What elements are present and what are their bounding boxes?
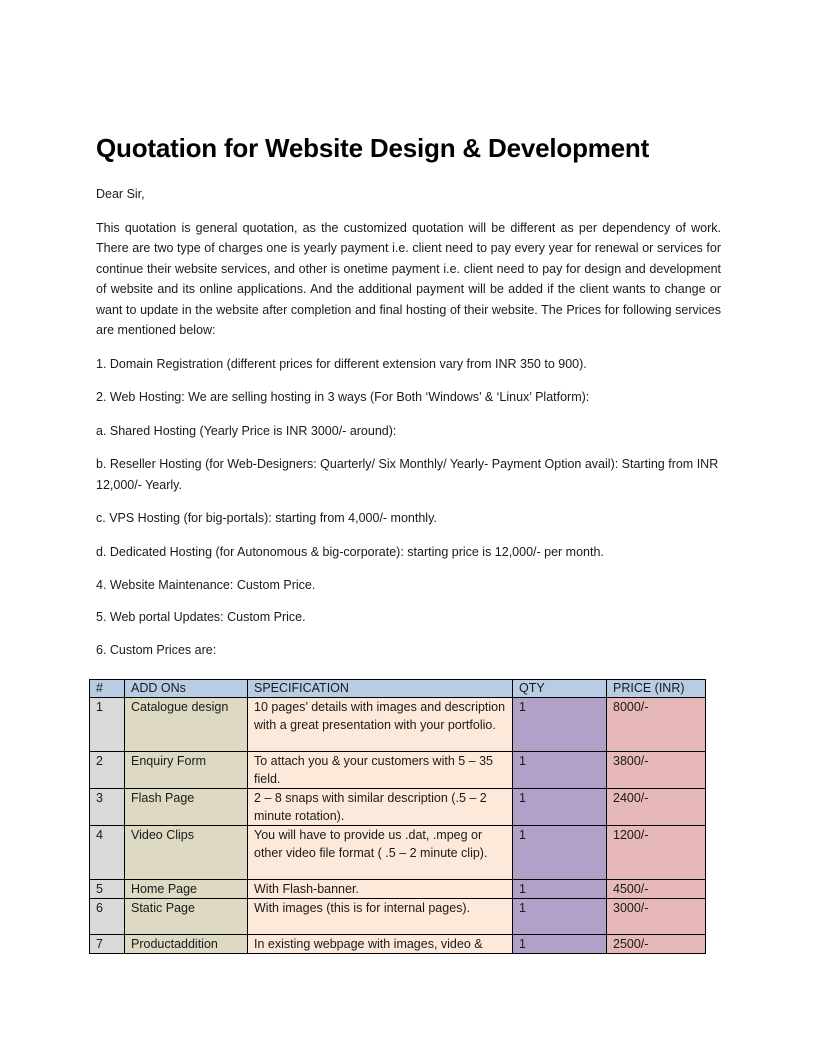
row-num: 7 — [89, 934, 125, 954]
item-maintenance: 4. Website Maintenance: Custom Price. — [96, 578, 316, 592]
header-qty: QTY — [512, 679, 607, 698]
row-qty: 1 — [512, 825, 607, 880]
item-vps-hosting: c. VPS Hosting (for big-portals): starti… — [96, 511, 437, 525]
table-row: 4 Video Clips You will have to provide u… — [89, 825, 706, 880]
table-row: 2 Enquiry Form To attach you & your cust… — [89, 751, 706, 789]
table-header-row: # ADD ONs SPECIFICATION QTY PRICE (INR) — [89, 679, 706, 698]
row-spec: With Flash-banner. — [247, 879, 513, 899]
row-addon: Enquiry Form — [124, 751, 248, 789]
row-spec: 2 – 8 snaps with similar description (.5… — [247, 788, 513, 826]
row-qty: 1 — [512, 697, 607, 752]
row-spec: You will have to provide us .dat, .mpeg … — [247, 825, 513, 880]
row-num: 6 — [89, 898, 125, 935]
row-addon: Catalogue design — [124, 697, 248, 752]
item-reseller-hosting: b. Reseller Hosting (for Web-Designers: … — [96, 457, 719, 492]
item-shared-hosting: a. Shared Hosting (Yearly Price is INR 3… — [96, 423, 397, 438]
row-price: 3000/- — [606, 898, 706, 935]
item-dedicated-hosting: d. Dedicated Hosting (for Autonomous & b… — [96, 544, 604, 559]
row-price: 1200/- — [606, 825, 706, 880]
row-qty: 1 — [512, 751, 607, 789]
intro-paragraph: This quotation is general quotation, as … — [96, 220, 721, 338]
row-addon: Productaddition — [124, 934, 248, 954]
row-spec: To attach you & your customers with 5 – … — [247, 751, 513, 789]
row-addon: Video Clips — [124, 825, 248, 880]
row-addon: Home Page — [124, 879, 248, 899]
row-addon: Flash Page — [124, 788, 248, 826]
item-updates: 5. Web portal Updates: Custom Price. — [96, 609, 306, 624]
item-domain: 1. Domain Registration (different prices… — [96, 356, 587, 371]
row-spec: 10 pages’ details with images and descri… — [247, 697, 513, 752]
greeting: Dear Sir, — [96, 187, 145, 201]
page-title: Quotation for Website Design & Developme… — [96, 133, 650, 163]
header-addons: ADD ONs — [124, 679, 248, 698]
table-row: 5 Home Page With Flash-banner. 1 4500/- — [89, 879, 706, 899]
row-num: 2 — [89, 751, 125, 789]
row-price: 8000/- — [606, 697, 706, 752]
pricing-table: # ADD ONs SPECIFICATION QTY PRICE (INR) … — [89, 679, 706, 954]
table-row: 7 Productaddition In existing webpage wi… — [89, 934, 706, 954]
row-qty: 1 — [512, 898, 607, 935]
table-row: 1 Catalogue design 10 pages’ details wit… — [89, 697, 706, 752]
row-spec: In existing webpage with images, video & — [247, 934, 513, 954]
row-addon: Static Page — [124, 898, 248, 935]
row-price: 2400/- — [606, 788, 706, 826]
row-num: 4 — [89, 825, 125, 880]
row-qty: 1 — [512, 788, 607, 826]
row-price: 4500/- — [606, 879, 706, 899]
row-qty: 1 — [512, 934, 607, 954]
row-num: 1 — [89, 697, 125, 752]
header-num: # — [89, 679, 125, 698]
document-body: Quotation for Website Design & Developme… — [96, 132, 721, 661]
row-qty: 1 — [512, 879, 607, 899]
row-price: 3800/- — [606, 751, 706, 789]
header-specification: SPECIFICATION — [247, 679, 513, 698]
table-row: 3 Flash Page 2 – 8 snaps with similar de… — [89, 788, 706, 826]
row-spec: With images (this is for internal pages)… — [247, 898, 513, 935]
item-hosting: 2. Web Hosting: We are selling hosting i… — [96, 390, 590, 404]
row-price: 2500/- — [606, 934, 706, 954]
row-num: 3 — [89, 788, 125, 826]
header-price: PRICE (INR) — [606, 679, 706, 698]
item-custom-prices: 6. Custom Prices are: — [96, 643, 217, 657]
table-row: 6 Static Page With images (this is for i… — [89, 898, 706, 935]
row-num: 5 — [89, 879, 125, 899]
